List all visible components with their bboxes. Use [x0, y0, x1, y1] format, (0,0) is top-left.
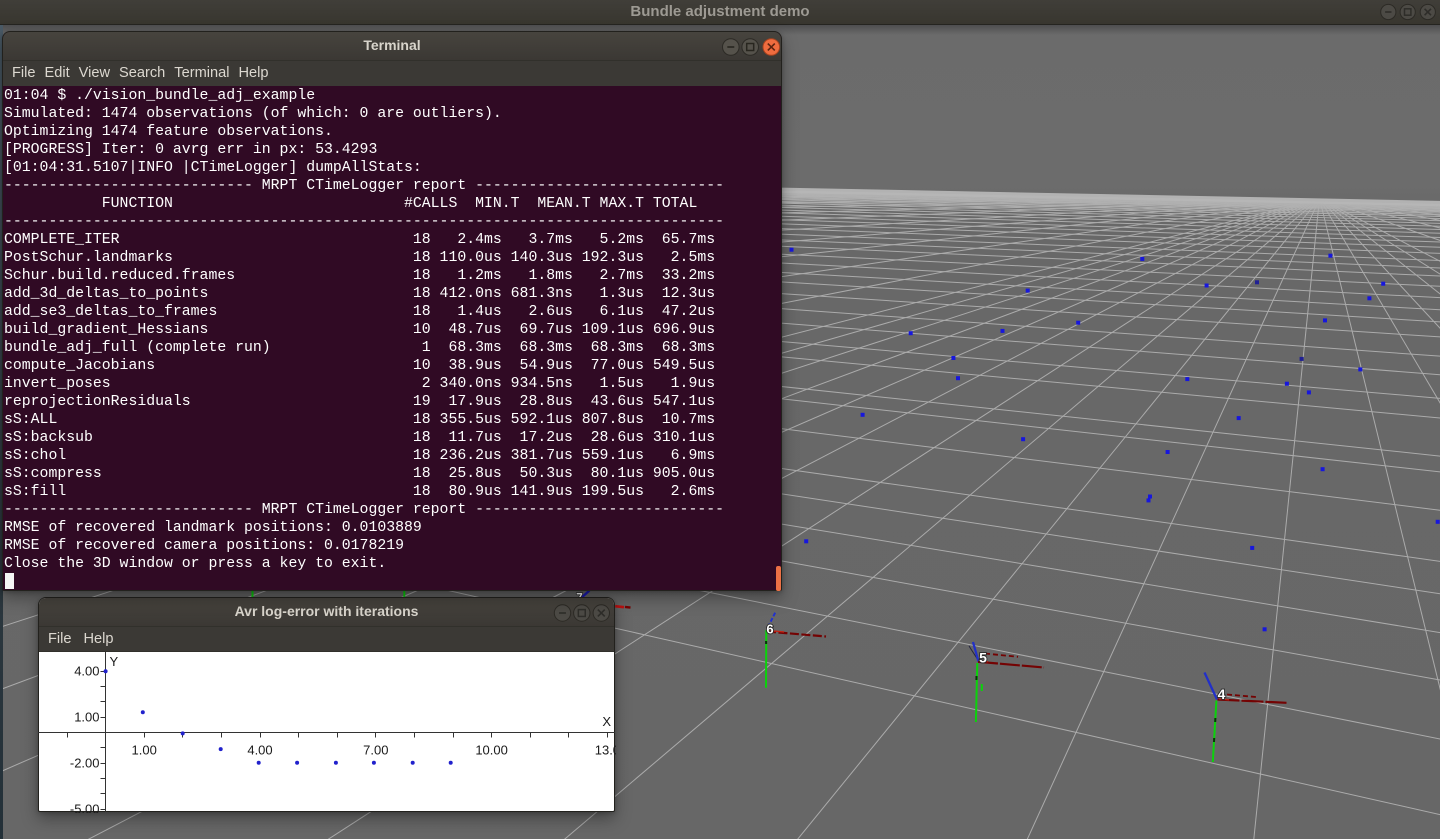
svg-text:1.00: 1.00: [132, 742, 157, 757]
svg-text:5: 5: [979, 650, 987, 666]
svg-text:Y: Y: [110, 654, 119, 669]
svg-text:4: 4: [1218, 686, 1226, 702]
svg-text:4.00: 4.00: [247, 742, 272, 757]
svg-text:-5.00: -5.00: [70, 801, 100, 812]
svg-text:-2.00: -2.00: [70, 755, 100, 770]
svg-text:10.00: 10.00: [475, 742, 508, 757]
svg-text:1.00: 1.00: [74, 709, 99, 724]
svg-text:X: X: [602, 714, 611, 729]
svg-text:7.00: 7.00: [363, 742, 388, 757]
svg-text:6: 6: [766, 622, 773, 637]
svg-text:13.0: 13.0: [595, 742, 616, 757]
svg-text:4.00: 4.00: [74, 663, 99, 678]
